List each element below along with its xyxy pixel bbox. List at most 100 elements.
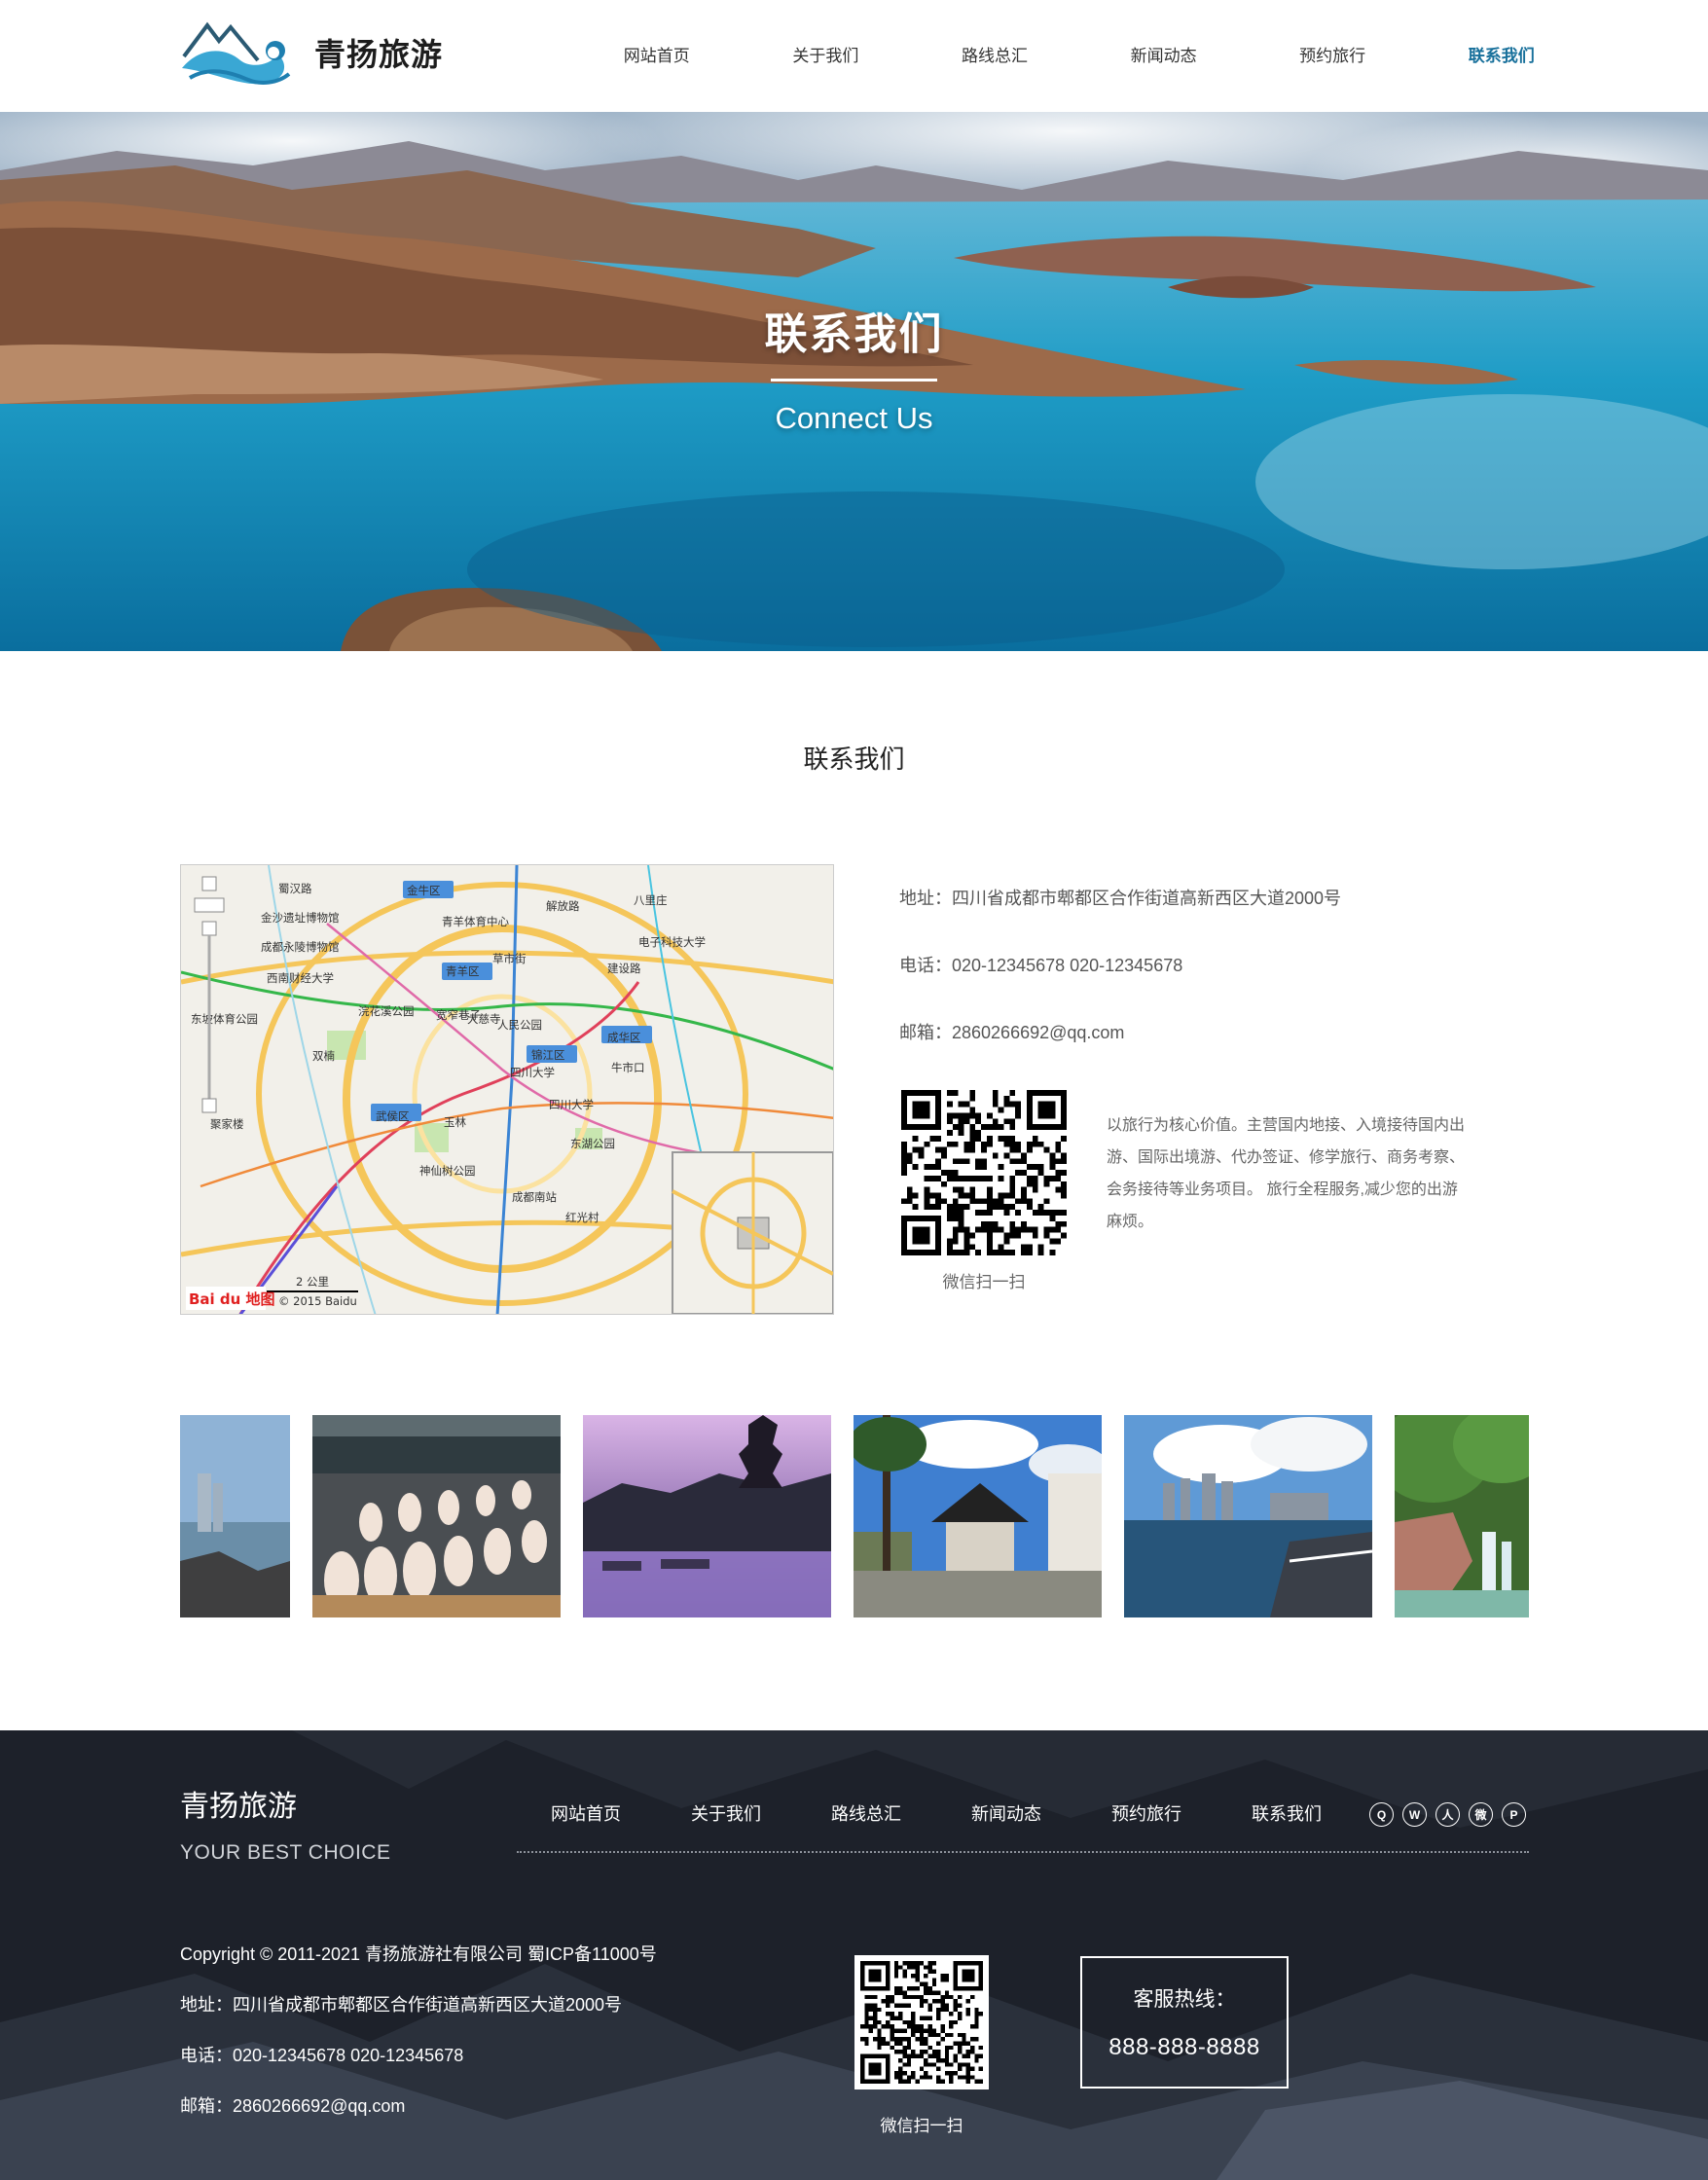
map-label: 电子科技大学 [638, 935, 706, 949]
contact-phone: 电话：020-12345678 020-12345678 [899, 952, 1182, 977]
map-label: 草市街 [492, 952, 527, 965]
map-label: 成都南站 [512, 1190, 557, 1204]
qq-icon[interactable]: Q [1369, 1802, 1394, 1827]
footer-nav-booking[interactable]: 预约旅行 [1076, 1800, 1217, 1826]
contact-address: 地址：四川省成都市郫都区合作街道高新西区大道2000号 [899, 885, 1341, 910]
map-label: 四川大学 [549, 1098, 594, 1111]
map-canvas[interactable]: 蜀汉路 金牛区金沙遗址博物馆 青羊体育中心 解放路 八里庄成都永陵博物馆青羊区 电子科技大… [181, 865, 834, 1315]
hotline-label: 客服热线： [1133, 1988, 1236, 2011]
nav-item-routes[interactable]: 路线总汇 [910, 0, 1079, 112]
qr-caption: 微信扫一扫 [942, 1273, 1026, 1291]
footer-qr-code-icon [860, 1961, 983, 2084]
map-label: 人民公园 [497, 1018, 542, 1032]
gallery-photo-vases[interactable] [312, 1415, 561, 1617]
map-label: 成华区 [607, 1031, 641, 1044]
site-logo[interactable]: 青扬旅游 [180, 18, 443, 88]
map-label: 蜀汉路 [278, 882, 312, 895]
map-label: 成都永陵博物馆 [261, 940, 340, 954]
footer-divider [517, 1851, 1529, 1853]
footer-address: 地址：四川省成都市郫都区合作街道高新西区大道2000号 [180, 1995, 623, 2015]
map-label: 金沙遗址博物馆 [261, 911, 340, 925]
banner-subtitle: Connect Us [775, 401, 933, 435]
main-nav: 网站首页 关于我们 路线总汇 新闻动态 预约旅行 联系我们 [572, 0, 1586, 112]
map-label: 西南财经大学 [267, 971, 334, 985]
gallery-photo-harbor[interactable] [1124, 1415, 1372, 1617]
map-label: 神仙树公园 [419, 1164, 476, 1178]
hotline-box: 客服热线： 888-888-8888 [1080, 1956, 1289, 2089]
footer-nav-news[interactable]: 新闻动态 [936, 1800, 1076, 1826]
map-pan-button[interactable] [194, 897, 225, 913]
gallery-photo-pagoda-mist[interactable] [583, 1415, 831, 1617]
address-value: 四川省成都市郫都区合作街道高新西区大道2000号 [952, 889, 1342, 908]
gallery-photo-ancient-town[interactable] [854, 1415, 1102, 1617]
map-zoom-in-button[interactable] [201, 921, 217, 936]
site-footer: 青扬旅游 YOUR BEST CHOICE 网站首页 关于我们 路线总汇 新闻动… [0, 1730, 1708, 2180]
phone-label: 电话： [899, 956, 952, 975]
footer-brand-name: 青扬旅游 [180, 1791, 297, 1823]
banner-title: 联系我们 [764, 310, 944, 358]
social-links: Q W 人 微 P [1369, 1802, 1526, 1827]
gallery-photo-seaside[interactable] [180, 1415, 290, 1617]
pinterest-icon[interactable]: P [1502, 1802, 1526, 1827]
photo-gallery [180, 1415, 1529, 1617]
renren-icon[interactable]: 人 [1435, 1802, 1460, 1827]
map-label: 青羊体育中心 [442, 915, 509, 928]
map-label: 锦江区 [531, 1048, 565, 1062]
map-label: 玉林 [444, 1115, 466, 1129]
map-label: 东坡体育公园 [191, 1012, 258, 1026]
email-value[interactable]: 2860266692@qq.com [952, 1023, 1124, 1042]
map-label: 四川大学 [510, 1066, 555, 1079]
weibo-icon[interactable]: 微 [1469, 1802, 1493, 1827]
nav-item-booking[interactable]: 预约旅行 [1248, 0, 1417, 112]
map-label: © 2015 Baidu [278, 1294, 357, 1308]
map-label: 聚家楼 [210, 1117, 244, 1131]
map-zoom-out-button[interactable] [201, 1098, 217, 1113]
hero-banner: 联系我们 Connect Us [0, 112, 1708, 651]
address-label: 地址： [899, 889, 952, 908]
map-label: 浣花溪公园 [358, 1004, 415, 1018]
footer-phone: 电话：020-12345678 020-12345678 [180, 2046, 464, 2065]
footer-nav: 网站首页 关于我们 路线总汇 新闻动态 预约旅行 联系我们 [516, 1800, 1357, 1826]
map-label: 解放路 [546, 899, 580, 913]
brand-name: 青扬旅游 [314, 37, 444, 72]
company-intro: 以旅行为核心价值。主营国内地接、入境接待国内出游、国际出境游、代办签证、修学旅行… [1107, 1117, 1466, 1230]
wave-mountain-logo-icon [182, 21, 291, 85]
map-label: 金牛区 [407, 884, 441, 897]
footer-nav-about[interactable]: 关于我们 [656, 1800, 796, 1826]
footer-wechat-qr-code [854, 1955, 989, 2089]
email-label: 邮箱： [899, 1023, 952, 1042]
qr-code-icon [901, 1090, 1067, 1255]
baidu-logo-text: Bai du 地图 [189, 1290, 275, 1308]
footer-email: 邮箱：2860266692@qq.com [180, 2096, 406, 2116]
map-label: 2 公里 [296, 1275, 329, 1289]
hotline-number[interactable]: 888-888-8888 [1082, 2034, 1287, 2061]
map-label: 八里庄 [634, 893, 668, 907]
map-label: 双楠 [312, 1049, 335, 1063]
nav-item-about[interactable]: 关于我们 [742, 0, 911, 112]
wechat-qr-code [901, 1090, 1067, 1255]
footer-copyright: Copyright © 2011-2021 青扬旅游社有限公司 蜀ICP备110… [180, 1944, 657, 1964]
lake-landscape-image [0, 112, 1708, 651]
nav-item-home[interactable]: 网站首页 [572, 0, 742, 112]
footer-slogan: YOUR BEST CHOICE [180, 1841, 391, 1864]
nav-item-contact[interactable]: 联系我们 [1417, 0, 1586, 112]
gallery-photo-waterfall[interactable] [1395, 1415, 1529, 1617]
footer-nav-home[interactable]: 网站首页 [516, 1800, 656, 1826]
footer-nav-routes[interactable]: 路线总汇 [796, 1800, 936, 1826]
footer-nav-contact[interactable]: 联系我们 [1217, 1800, 1357, 1826]
map-label: 大慈寺 [467, 1012, 501, 1026]
baidu-map[interactable]: 蜀汉路 金牛区金沙遗址博物馆 青羊体育中心 解放路 八里庄成都永陵博物馆青羊区 电子科技大… [180, 864, 834, 1315]
map-label: 武侯区 [376, 1109, 410, 1123]
wechat-icon[interactable]: W [1402, 1802, 1427, 1827]
contact-section-title: 联系我们 [803, 745, 905, 774]
nav-item-news[interactable]: 新闻动态 [1079, 0, 1249, 112]
banner-divider [771, 379, 937, 382]
map-label: 建设路 [607, 962, 641, 975]
map-label: 青羊区 [446, 964, 480, 978]
footer-qr-caption: 微信扫一扫 [880, 2117, 963, 2135]
phone-value: 020-12345678 020-12345678 [952, 956, 1183, 975]
map-label: 牛市口 [611, 1061, 645, 1074]
site-header: 青扬旅游 网站首页 关于我们 路线总汇 新闻动态 预约旅行 联系我们 [0, 0, 1708, 112]
map-label: 红光村 [565, 1211, 600, 1224]
map-pan-up-button[interactable] [201, 876, 217, 891]
